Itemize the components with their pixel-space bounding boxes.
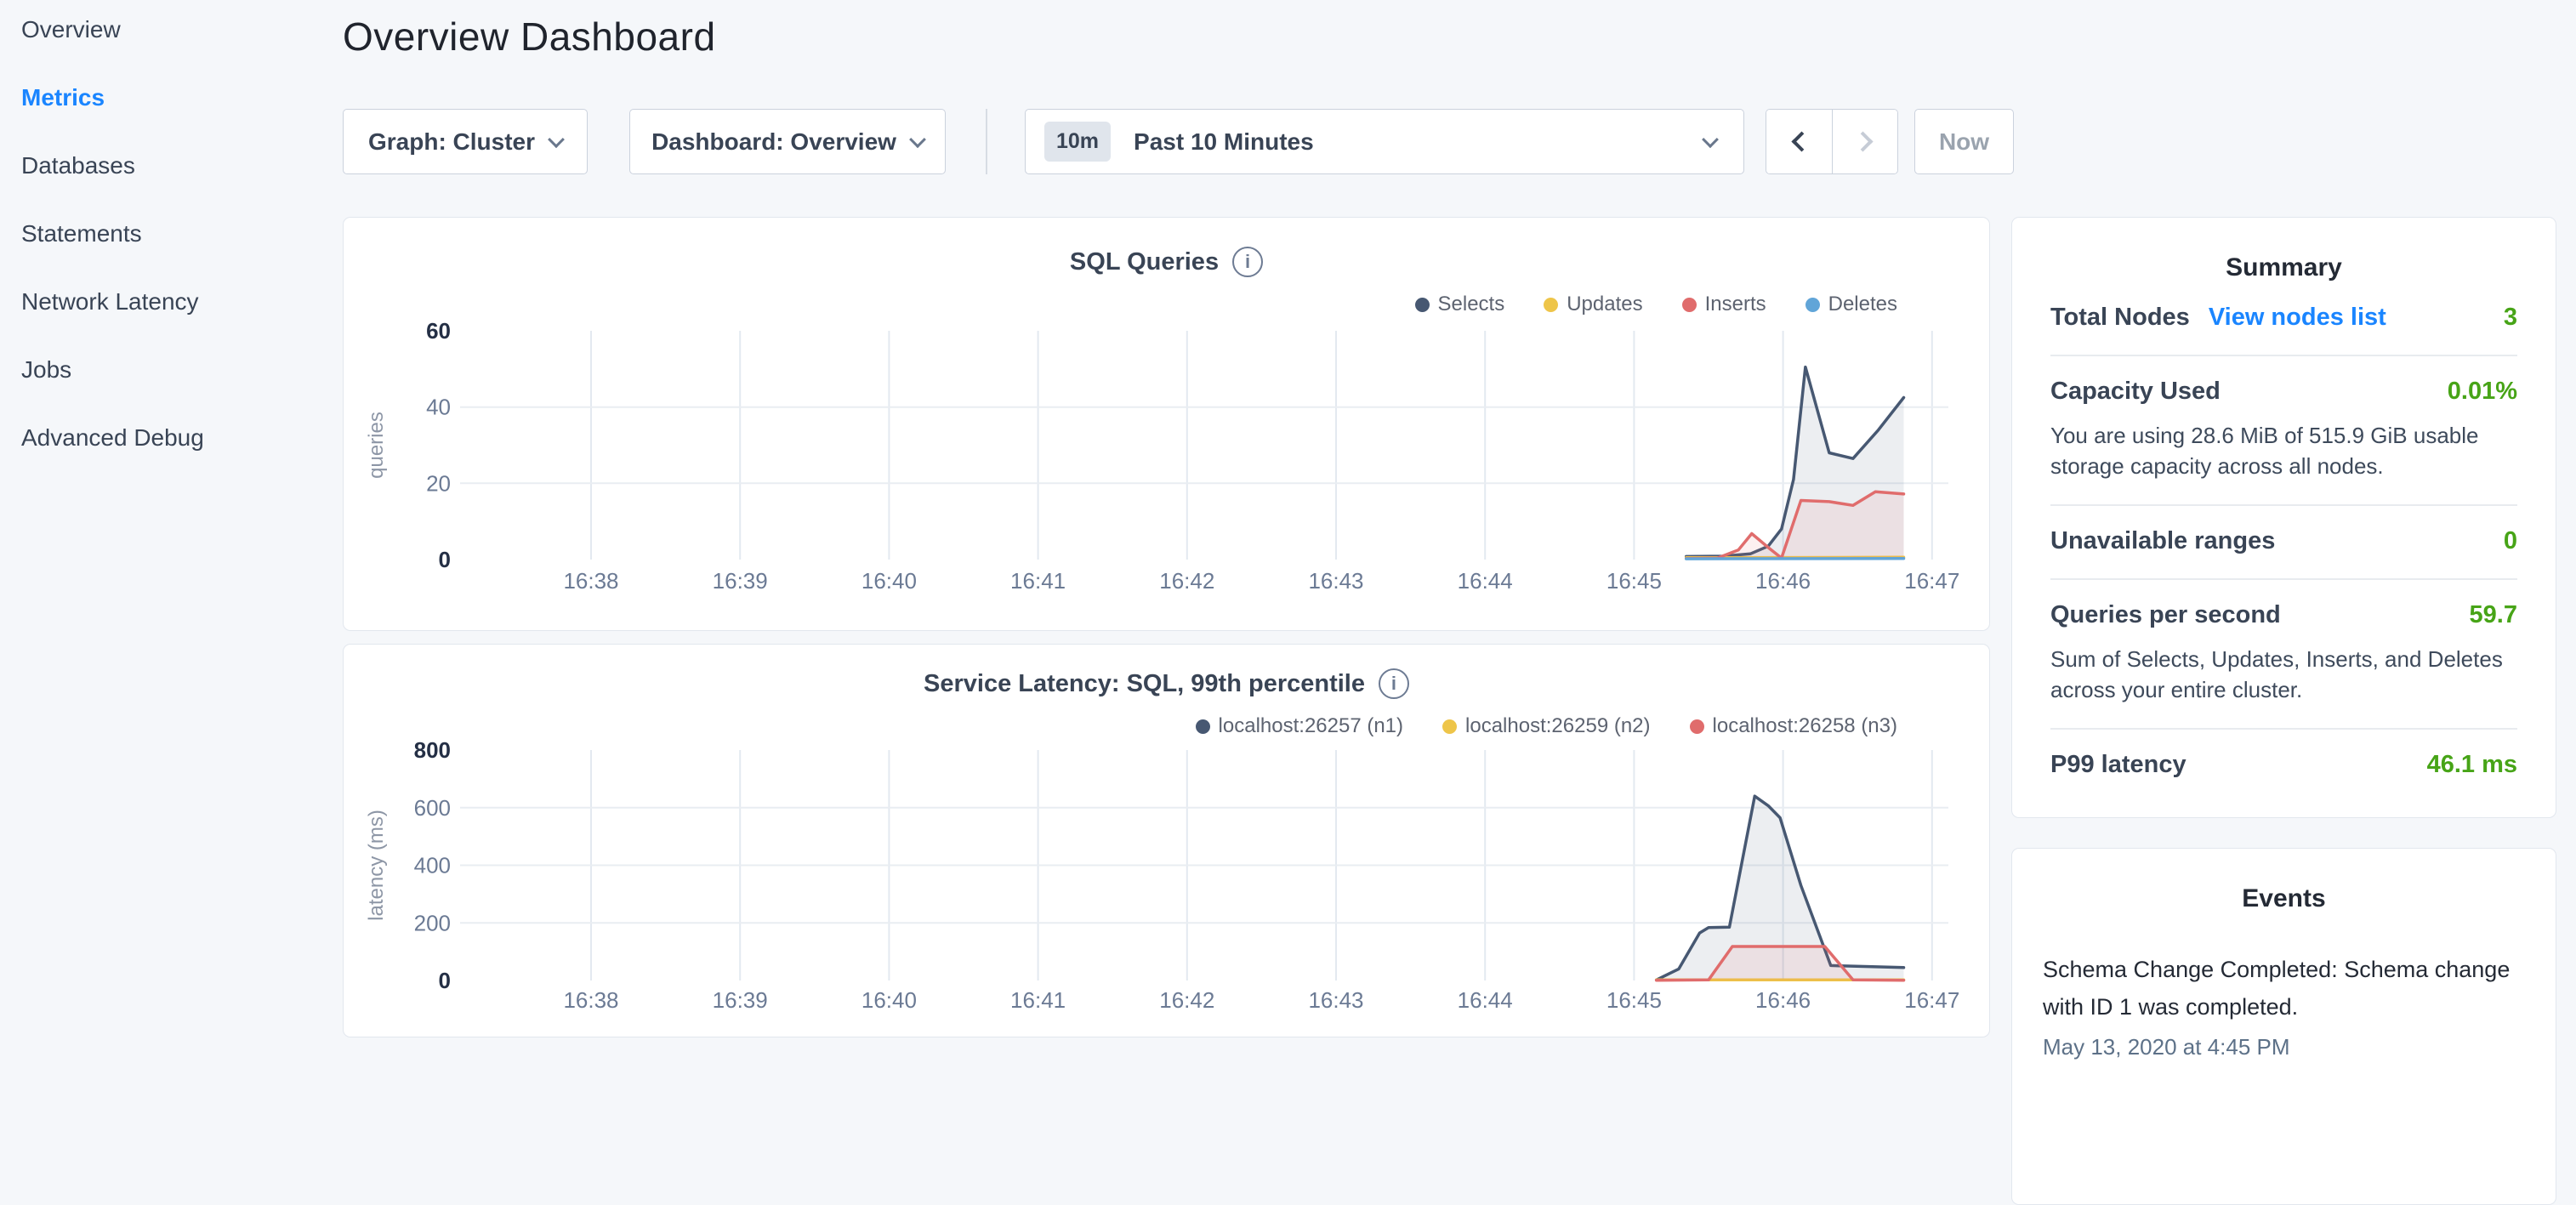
summary-row-value: 59.7 [2470,601,2517,629]
service-latency-plot: 16:38 16:39 16:40 16:41 16:42 16:43 16:44 16:45… [344,645,1989,1037]
svg-text:0: 0 [439,547,451,572]
summary-row-value: 0.01% [2448,378,2517,406]
svg-text:800: 800 [414,737,451,763]
summary-row-label: Total Nodes [2050,304,2190,332]
svg-text:16:38: 16:38 [563,568,618,594]
time-next-button[interactable] [1832,110,1897,173]
svg-text:200: 200 [414,910,451,935]
event-item-timestamp: May 13, 2020 at 4:45 PM [2043,1034,2525,1060]
svg-text:16:38: 16:38 [563,987,618,1013]
svg-text:16:42: 16:42 [1159,987,1214,1013]
summary-row-label: Unavailable ranges [2050,527,2275,555]
svg-text:16:42: 16:42 [1159,568,1214,594]
summary-row-label: Queries per second [2050,601,2281,629]
dashboard-label: Dashboard: Overview [651,128,896,156]
summary-row-value: 0 [2504,527,2517,555]
svg-text:16:46: 16:46 [1755,987,1811,1013]
view-nodes-list-link[interactable]: View nodes list [2209,304,2386,332]
summary-row-value: 46.1 ms [2427,751,2517,779]
svg-text:16:45: 16:45 [1606,987,1662,1013]
summary-row-p99-latency: P99 latency 46.1 ms [2050,730,2517,802]
summary-row-label: Capacity Used [2050,378,2221,406]
sidebar-item-overview[interactable]: Overview [21,12,343,48]
graph-scope-dropdown[interactable]: Graph: Cluster [343,109,588,174]
svg-text:16:43: 16:43 [1308,568,1363,594]
sidebar-item-statements[interactable]: Statements [21,216,343,252]
svg-text:16:43: 16:43 [1308,987,1363,1013]
event-item-text[interactable]: Schema Change Completed: Schema change w… [2043,951,2525,1026]
svg-text:16:47: 16:47 [1904,568,1959,594]
svg-text:16:39: 16:39 [713,987,768,1013]
time-prev-button[interactable] [1766,110,1832,173]
chevron-down-icon [548,131,565,148]
svg-text:16:40: 16:40 [862,987,917,1013]
events-panel: Events Schema Change Completed: Schema c… [2011,848,2556,1205]
summary-row-queries-per-second: Queries per second 59.7 Sum of Selects, … [2050,580,2517,730]
time-range-badge: 10m [1044,122,1111,162]
chevron-right-icon [1852,131,1873,151]
overview-dashboard-page: { "sidebar": { "items": [ { "label": "Ov… [0,0,2576,1051]
page-title: Overview Dashboard [343,14,716,60]
svg-text:queries: queries [365,412,388,479]
graph-scope-label: Graph: Cluster [368,128,535,156]
summary-row-unavailable-ranges: Unavailable ranges 0 [2050,506,2517,580]
svg-text:16:44: 16:44 [1458,987,1513,1013]
sql-queries-plot: 16:38 16:39 16:40 16:41 16:42 16:43 16:44 16:45… [344,218,1989,630]
chevron-left-icon [1791,131,1811,151]
summary-row-capacity-used: Capacity Used 0.01% You are using 28.6 M… [2050,356,2517,506]
svg-text:16:40: 16:40 [862,568,917,594]
svg-text:60: 60 [426,318,451,344]
sidebar-item-jobs[interactable]: Jobs [21,352,343,388]
dashboard-dropdown[interactable]: Dashboard: Overview [629,109,946,174]
svg-text:16:39: 16:39 [713,568,768,594]
svg-text:40: 40 [426,395,451,420]
time-pager [1766,109,1898,174]
svg-text:16:46: 16:46 [1755,568,1811,594]
sql-queries-chart-panel: SQL Queries i Selects Updates Inserts De… [343,217,1990,631]
svg-text:0: 0 [439,968,451,993]
time-range-label: Past 10 Minutes [1134,128,1314,156]
controls-divider [986,109,987,174]
summary-row-total-nodes: Total Nodes View nodes list 3 [2050,282,2517,356]
sidebar-nav: Overview Metrics Databases Statements Ne… [0,0,343,1051]
svg-text:16:41: 16:41 [1010,987,1066,1013]
summary-row-value: 3 [2504,304,2517,332]
svg-text:16:45: 16:45 [1606,568,1662,594]
now-button[interactable]: Now [1914,109,2014,174]
svg-text:latency (ms): latency (ms) [365,810,388,921]
svg-text:600: 600 [414,795,451,821]
events-title: Events [2043,849,2525,913]
chevron-down-icon [909,131,926,148]
svg-text:20: 20 [426,470,451,496]
summary-panel: Summary Total Nodes View nodes list 3 Ca… [2011,217,2556,818]
svg-text:400: 400 [414,853,451,878]
sidebar-item-network-latency[interactable]: Network Latency [21,284,343,320]
time-range-dropdown[interactable]: 10m Past 10 Minutes [1025,109,1744,174]
dashboard-controls: Graph: Cluster Dashboard: Overview 10m P… [343,109,2014,174]
sidebar-item-advanced-debug[interactable]: Advanced Debug [21,420,343,456]
summary-row-description: Sum of Selects, Updates, Inserts, and De… [2050,644,2517,705]
svg-text:16:41: 16:41 [1010,568,1066,594]
sidebar-item-metrics[interactable]: Metrics [21,80,343,116]
summary-row-description: You are using 28.6 MiB of 515.9 GiB usab… [2050,420,2517,481]
svg-text:16:47: 16:47 [1904,987,1959,1013]
summary-title: Summary [2050,218,2517,282]
sidebar-item-databases[interactable]: Databases [21,148,343,184]
service-latency-chart-panel: Service Latency: SQL, 99th percentile i … [343,644,1990,1037]
summary-row-label: P99 latency [2050,751,2186,779]
chevron-down-icon [1702,131,1719,148]
svg-text:16:44: 16:44 [1458,568,1513,594]
